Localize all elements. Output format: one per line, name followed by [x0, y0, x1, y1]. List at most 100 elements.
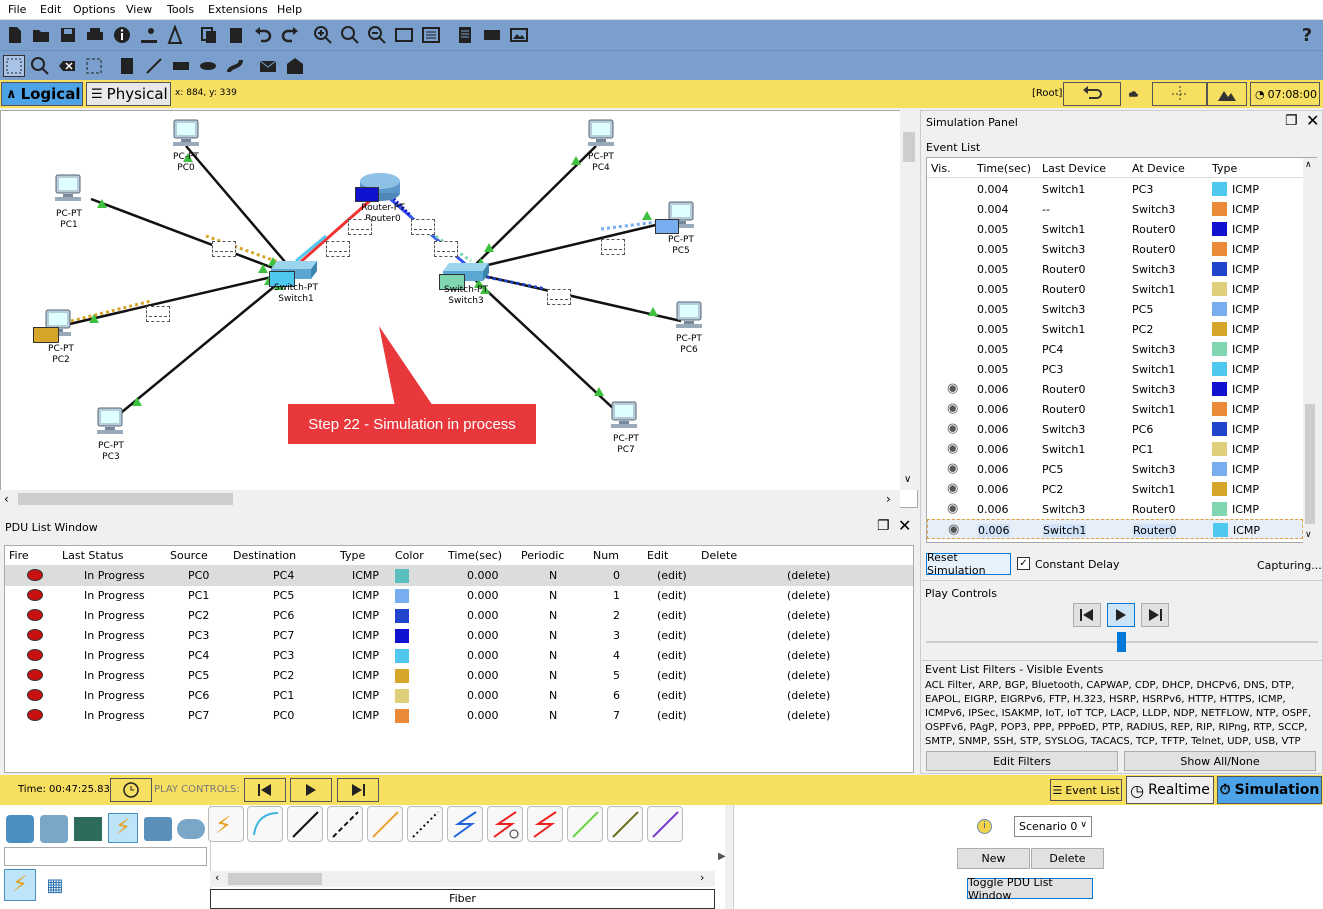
open-folder-icon[interactable] — [30, 24, 52, 46]
reset-simulation-button[interactable]: Reset Simulation — [926, 551, 1011, 577]
restore-window-icon[interactable]: ❐ — [1285, 113, 1298, 129]
scroll-down-icon[interactable]: ∨ — [904, 474, 911, 485]
edit-link[interactable]: (edit) — [657, 669, 687, 682]
event-row[interactable]: 0.005 PC4 Switch3 ICMP — [927, 339, 1303, 359]
delete-link[interactable]: (delete) — [787, 609, 830, 622]
event-row[interactable]: 0.005 Switch3 PC5 ICMP — [927, 299, 1303, 319]
event-row[interactable]: ◉ 0.006 Router0 Switch1 ICMP — [927, 399, 1303, 419]
eye-icon[interactable]: ◉ — [947, 481, 958, 496]
event-row[interactable]: ◉ 0.006 PC5 Switch3 ICMP — [927, 459, 1303, 479]
scenario-select[interactable]: Scenario 0 ∨ — [1014, 816, 1092, 837]
scroll-thumb[interactable] — [903, 132, 915, 162]
copy-icon[interactable] — [198, 24, 220, 46]
edit-link[interactable]: (edit) — [657, 569, 687, 582]
table-row[interactable]: In Progress PC0 PC4 ICMP 0.000 N 0 (edit) (delet… — [5, 566, 913, 586]
event-row[interactable]: ◉ 0.006 Switch3 Router0 ICMP — [927, 499, 1303, 519]
new-scenario-button[interactable]: New — [957, 848, 1030, 869]
device-template-icon[interactable] — [481, 24, 503, 46]
scroll-right-icon[interactable]: › — [700, 871, 704, 884]
iot-custom-cable-icon[interactable] — [607, 806, 643, 842]
event-row[interactable]: ◉ 0.006 PC2 Switch1 ICMP — [927, 479, 1303, 499]
edit-link[interactable]: (edit) — [657, 609, 687, 622]
coaxial-cable-icon[interactable] — [447, 806, 483, 842]
step-forward-icon[interactable] — [337, 778, 379, 802]
fire-icon[interactable] — [27, 649, 43, 661]
eye-icon[interactable]: ◉ — [947, 421, 958, 436]
draw-ellipse-icon[interactable] — [197, 55, 219, 77]
scroll-thumb[interactable] — [1305, 404, 1315, 524]
delete-link[interactable]: (delete) — [787, 689, 830, 702]
undo-icon[interactable] — [252, 24, 274, 46]
root-breadcrumb[interactable]: [Root] — [1032, 88, 1062, 99]
custom-devices-icon[interactable] — [420, 24, 442, 46]
eye-icon[interactable]: ◉ — [947, 441, 958, 456]
paste-icon[interactable] — [225, 24, 247, 46]
copper-cross-icon[interactable] — [327, 806, 363, 842]
scroll-up-icon[interactable]: ∧ — [1305, 160, 1312, 170]
delete-link[interactable]: (delete) — [787, 569, 830, 582]
fire-icon[interactable] — [27, 589, 43, 601]
zoom-out-icon[interactable] — [366, 24, 388, 46]
eye-icon[interactable]: ◉ — [947, 501, 958, 516]
edit-link[interactable]: (edit) — [657, 709, 687, 722]
step-back-icon[interactable] — [1073, 603, 1101, 627]
draw-rectangle-icon[interactable] — [170, 55, 192, 77]
constant-delay-checkbox[interactable]: ✓ — [1017, 557, 1030, 570]
info-icon[interactable] — [111, 24, 133, 46]
workspace-vertical-scrollbar[interactable]: ∨ — [900, 110, 918, 490]
delete-link[interactable]: (delete) — [787, 589, 830, 602]
step-forward-icon[interactable] — [1141, 603, 1169, 627]
pdu-envelope-icon[interactable] — [146, 306, 170, 322]
fire-icon[interactable] — [27, 569, 43, 581]
pdu-envelope-icon[interactable] — [655, 219, 679, 234]
pdu-envelope-icon[interactable] — [326, 241, 350, 257]
network-devices-icon[interactable] — [6, 815, 34, 843]
menu-file[interactable]: File — [8, 3, 26, 16]
play-icon[interactable] — [1107, 603, 1135, 627]
logical-workspace[interactable]: PC-PT PC0 PC-PT PC1 PC-PT PC2 PC-PT PC3 PC-P… — [0, 110, 918, 508]
draw-line-icon[interactable] — [143, 55, 165, 77]
miscellaneous-icon[interactable] — [144, 817, 172, 841]
background-image-icon[interactable] — [1207, 82, 1247, 106]
event-row[interactable]: 0.005 Router0 Switch3 ICMP — [927, 259, 1303, 279]
expand-panel-icon[interactable]: ▶ — [718, 851, 726, 862]
serial-dce-icon[interactable] — [487, 806, 523, 842]
scroll-thumb[interactable] — [228, 873, 322, 885]
restore-window-icon[interactable]: ❐ — [877, 518, 890, 534]
auto-connection-icon[interactable]: ⚡ — [208, 806, 244, 842]
pdu-envelope-icon[interactable] — [348, 219, 372, 235]
show-all-none-button[interactable]: Show All/None — [1124, 751, 1316, 771]
pc-icon[interactable] — [609, 401, 639, 429]
simulation-mode-button[interactable]: ⏱ Simulation — [1217, 776, 1322, 804]
menu-tools[interactable]: Tools — [167, 3, 194, 16]
redo-icon[interactable] — [279, 24, 301, 46]
eye-icon[interactable]: ◉ — [947, 401, 958, 416]
menu-view[interactable]: View — [126, 3, 152, 16]
freeform-icon[interactable] — [224, 55, 246, 77]
event-list-toggle-button[interactable]: ☰ Event List — [1050, 779, 1122, 801]
table-row[interactable]: In Progress PC1 PC5 ICMP 0.000 N 1 (edit) (delet… — [5, 586, 913, 606]
pdu-envelope-icon[interactable] — [547, 289, 571, 305]
back-icon[interactable] — [1063, 82, 1121, 106]
fire-icon[interactable] — [27, 669, 43, 681]
multiuser-cloud-icon[interactable] — [177, 819, 205, 839]
event-row[interactable]: 0.005 Switch1 PC2 ICMP — [927, 319, 1303, 339]
select-tool-icon[interactable] — [3, 55, 25, 77]
fire-icon[interactable] — [27, 609, 43, 621]
help-icon[interactable]: ? — [1296, 24, 1318, 46]
console-cable-icon[interactable] — [247, 806, 283, 842]
pdu-envelope-icon[interactable] — [411, 219, 435, 235]
pc-icon[interactable] — [53, 174, 83, 202]
edit-link[interactable]: (edit) — [657, 589, 687, 602]
table-row[interactable]: In Progress PC3 PC7 ICMP 0.000 N 3 (edit) (delet… — [5, 626, 913, 646]
pc-icon[interactable] — [171, 119, 201, 147]
step-back-icon[interactable] — [244, 778, 286, 802]
table-row[interactable]: In Progress PC5 PC2 ICMP 0.000 N 5 (edit) (delet… — [5, 666, 913, 686]
menu-help[interactable]: Help — [277, 3, 302, 16]
activity-wizard-icon[interactable] — [164, 24, 186, 46]
event-row[interactable]: 0.004 Switch1 PC3 ICMP — [927, 179, 1303, 199]
usb-cable-icon[interactable] — [647, 806, 683, 842]
clock-display[interactable]: ◔ 07:08:00 — [1250, 82, 1320, 106]
delete-link[interactable]: (delete) — [787, 669, 830, 682]
table-row[interactable]: In Progress PC4 PC3 ICMP 0.000 N 4 (edit) (delet… — [5, 646, 913, 666]
